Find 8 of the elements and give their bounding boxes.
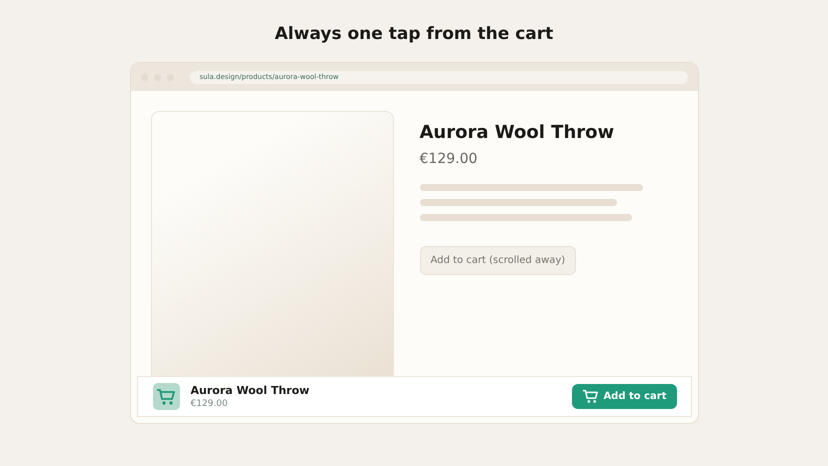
- product-price: €129.00: [190, 399, 229, 409]
- cart-icon: [582, 389, 600, 404]
- product-title: Aurora Wool Throw: [420, 122, 616, 143]
- product-title: Aurora Wool Throw: [190, 384, 310, 397]
- headline: Always one tap from the cart: [274, 23, 554, 46]
- cart-icon: [152, 383, 180, 410]
- add-to-cart-button[interactable]: Add to cart: [572, 384, 676, 409]
- product-price: €129.00: [420, 151, 478, 167]
